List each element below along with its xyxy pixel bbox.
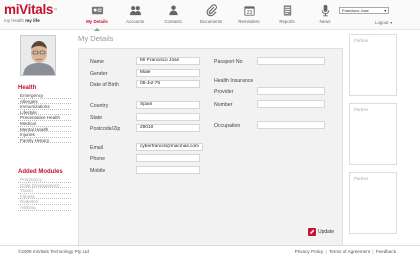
paperclip-icon [206, 4, 217, 17]
dob-field[interactable]: 05-Jul-75 [136, 80, 200, 88]
postcode-field[interactable]: 29010 [136, 124, 200, 132]
phone-field[interactable] [136, 154, 200, 162]
nav-my-details[interactable]: My Details [78, 2, 116, 31]
copyright: ©2008 miVitals Technology Pty Ltd [18, 249, 89, 254]
update-label: Update [318, 229, 335, 235]
email-field[interactable]: cyberfrancis@macmail.com [136, 143, 203, 151]
state-label: State [90, 115, 103, 121]
nav-contacts[interactable]: Contacts [154, 2, 192, 28]
number-field[interactable] [257, 100, 325, 108]
nav-label: Contacts [164, 19, 182, 24]
country-field[interactable]: Spain [136, 101, 200, 109]
details-form-panel: Name Mr Francisco Jose Gender Male Date … [78, 48, 343, 250]
people-icon [129, 6, 141, 16]
brand-name: miVitals™ [4, 2, 57, 17]
footer: ©2008 miVitals Technology Pty Ltd Privac… [0, 245, 420, 258]
microphone-icon [321, 4, 329, 17]
partner-label: Partner [354, 176, 369, 181]
email-label: Email [90, 145, 103, 151]
partner-label: Partner [354, 107, 369, 112]
passport-field[interactable] [257, 57, 325, 65]
modules-list: Pregnancy Child Development Travel Fitne… [18, 177, 71, 211]
occupation-field[interactable] [257, 121, 325, 129]
phone-label: Phone [90, 156, 106, 162]
logout-link[interactable]: Logout ▼ [375, 20, 393, 25]
partner-box[interactable]: Partner [349, 103, 397, 165]
health-insurance-label: Health Insurance [214, 78, 254, 84]
health-section-title: Health [18, 85, 37, 91]
provider-label: Provider [214, 89, 234, 95]
name-label: Name [90, 59, 104, 65]
number-label: Number [214, 102, 233, 108]
mobile-field[interactable] [136, 166, 200, 174]
terms-link[interactable]: Terms of Agreement [329, 249, 370, 254]
mobile-label: Mobile [90, 168, 106, 174]
avatar-photo [21, 36, 55, 75]
gender-field[interactable]: Male [136, 69, 200, 77]
feedback-link[interactable]: Feedback [376, 249, 396, 254]
nav-label: Reminders [238, 19, 260, 24]
occupation-label: Occupation [214, 123, 241, 129]
nav-reminders[interactable]: 23 Reminders [230, 2, 268, 28]
privacy-policy-link[interactable]: Privacy Policy [295, 249, 324, 254]
user-select-value: Francisco Jose [342, 8, 369, 13]
user-select[interactable]: Francisco Jose ▼ [339, 7, 389, 14]
logout-label: Logout [375, 20, 389, 25]
nav-documents[interactable]: Documents [192, 2, 230, 28]
nav-reports[interactable]: Reports [268, 2, 306, 28]
chevron-down-icon: ▼ [389, 21, 394, 25]
partner-label: Partner [354, 38, 369, 43]
sidebar-item-family-history[interactable]: Family History [18, 138, 71, 144]
svg-text:23: 23 [246, 10, 252, 16]
top-bar: miVitals™ my health my life My Details A… [0, 0, 420, 31]
name-field[interactable]: Mr Francisco Jose [136, 57, 200, 65]
partner-box[interactable]: Partner [349, 34, 397, 96]
footer-links: Privacy Policy | Terms of Agreement | Fe… [295, 249, 396, 254]
main-nav: My Details Accounts Contacts Documents 2… [78, 2, 350, 31]
nav-label: My Details [86, 19, 108, 24]
country-label: Country [90, 103, 109, 109]
reports-icon [283, 5, 291, 16]
id-card-icon [91, 6, 103, 15]
nav-accounts[interactable]: Accounts [116, 2, 154, 28]
partner-box[interactable]: Partner [349, 172, 397, 234]
calendar-icon: 23 [243, 6, 255, 16]
passport-label: Passport No [214, 59, 243, 65]
pencil-icon [308, 228, 316, 236]
nav-label: News [319, 19, 331, 24]
brand-logo[interactable]: miVitals™ my health my life [4, 2, 57, 24]
nav-label: Reports [279, 19, 295, 24]
avatar[interactable] [20, 35, 56, 76]
gender-label: Gender [90, 71, 108, 77]
page-title: My Details [78, 34, 114, 43]
provider-field[interactable] [257, 87, 325, 95]
modules-section-title: Added Modules [18, 169, 63, 175]
state-field[interactable] [136, 113, 200, 121]
nav-news[interactable]: News [306, 2, 344, 28]
dob-label: Date of Birth [90, 82, 119, 88]
sidebar-item-asthma[interactable]: Asthma [18, 205, 71, 211]
postcode-label: Postcode/Zip [90, 126, 121, 132]
nav-label: Documents [199, 19, 223, 24]
contacts-icon [168, 5, 178, 16]
health-list: Emergency Allergies Immunizations Lifest… [18, 93, 71, 144]
main-content: My Details Name Mr Francisco Jose Gender… [76, 31, 346, 250]
update-button[interactable]: Update [308, 228, 342, 237]
chevron-down-icon: ▼ [383, 9, 387, 13]
brand-tagline: my health my life [4, 18, 40, 23]
nav-label: Accounts [125, 19, 145, 24]
sidebar: Health Emergency Allergies Immunizations… [0, 31, 76, 245]
